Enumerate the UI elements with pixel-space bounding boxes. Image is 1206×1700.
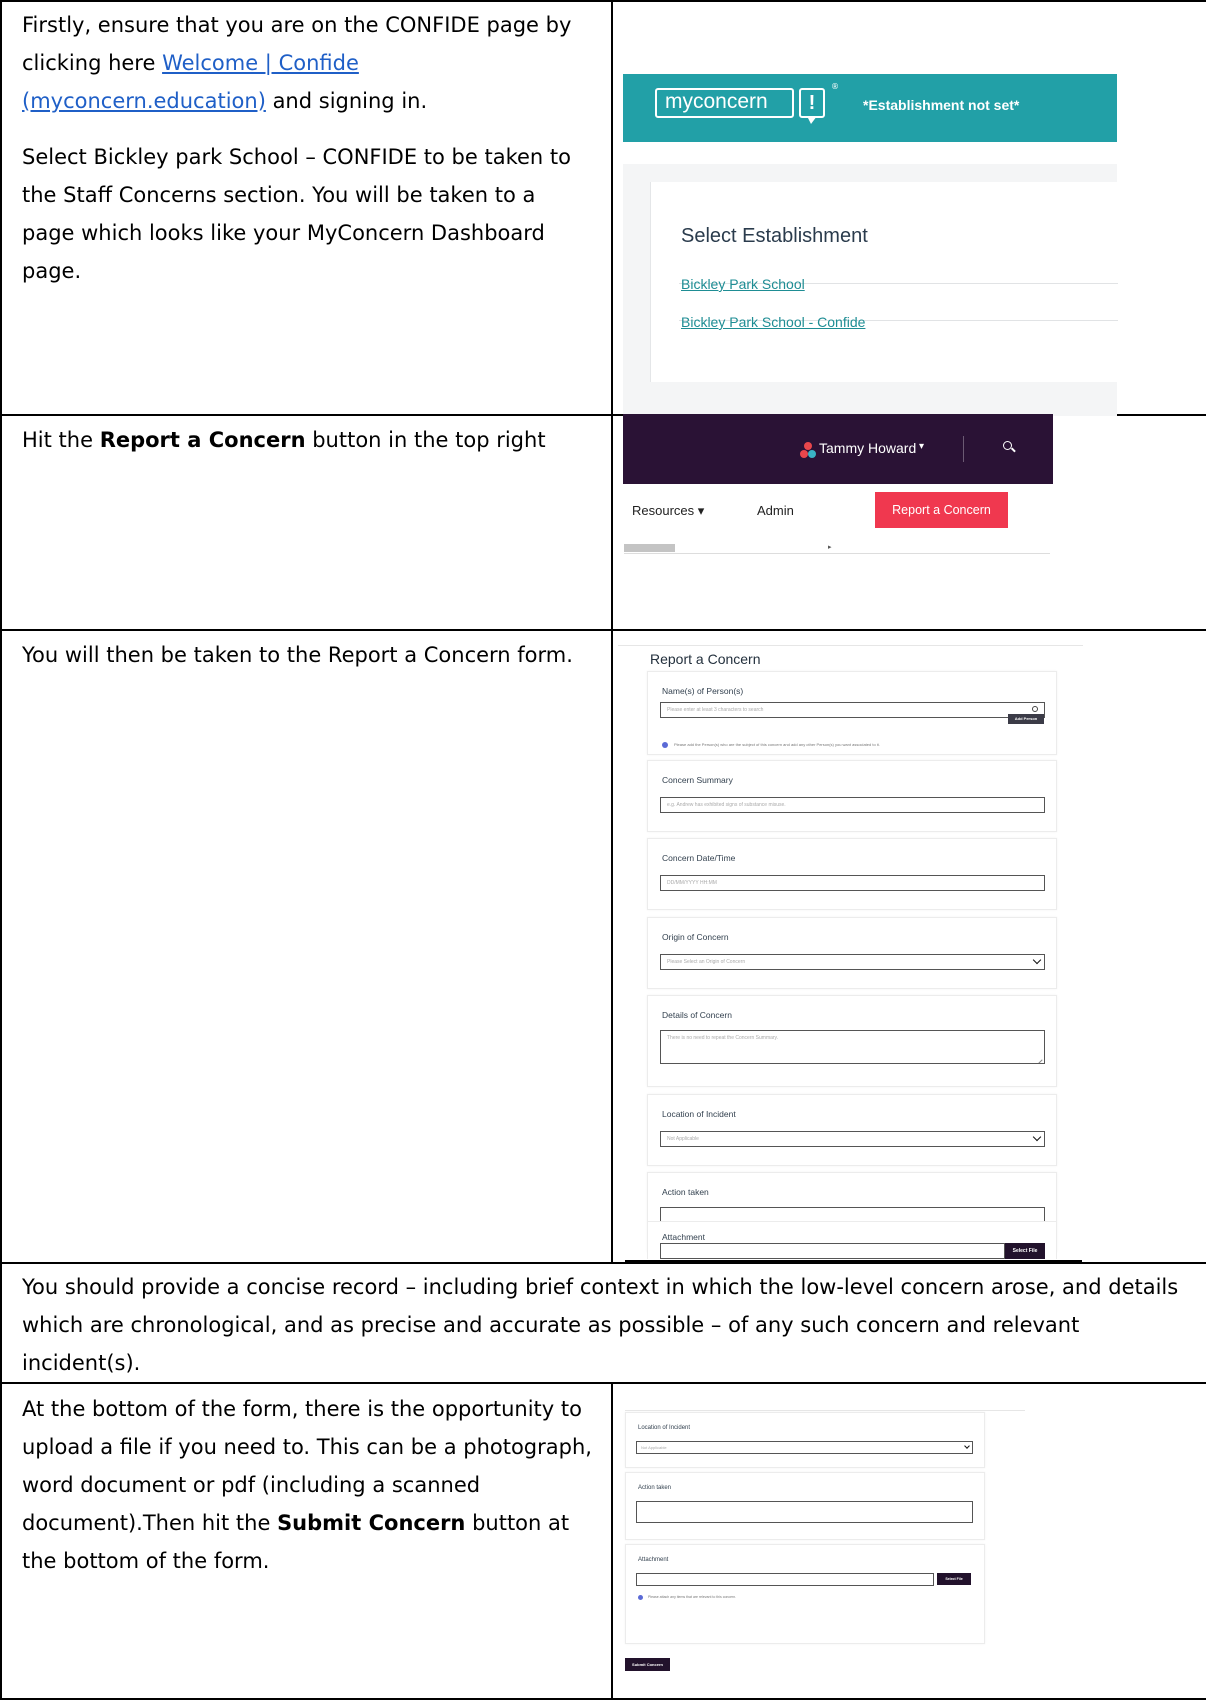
attachment-input[interactable] <box>636 1573 934 1586</box>
column-divider-lower <box>611 1382 613 1700</box>
action-card-small: Action taken <box>625 1472 985 1540</box>
row5-bold-term: Submit Concern <box>277 1511 466 1535</box>
myconcern-logo-bang-icon: ! <box>799 88 825 118</box>
top-user-bar: Tammy Howard ▾ <box>623 414 1053 484</box>
table-border-left <box>0 0 2 1700</box>
attachment-input[interactable] <box>660 1243 1005 1259</box>
attachment-label: Attachment <box>638 1557 669 1563</box>
report-a-concern-button[interactable]: Report a Concern <box>875 492 1008 528</box>
location-select[interactable]: Not Applicable <box>660 1131 1045 1147</box>
row1-instructions: Firstly, ensure that you are on the CONF… <box>22 6 592 290</box>
row2-bold-term: Report a Concern <box>99 428 306 452</box>
location-select[interactable]: Not Applicable <box>636 1441 973 1454</box>
row3-instructions: You will then be taken to the Report a C… <box>22 643 573 667</box>
info-icon <box>638 1595 643 1600</box>
divider <box>625 1410 1025 1411</box>
names-placeholder: Please enter at least 3 characters to se… <box>667 707 764 713</box>
select-file-button[interactable]: Select File <box>1005 1243 1045 1259</box>
search-icon[interactable] <box>1003 441 1016 453</box>
names-card: Name(s) of Person(s) Please enter at lea… <box>647 671 1057 755</box>
chevron-down-icon <box>1032 955 1042 965</box>
attachment-label: Attachment <box>662 1232 705 1242</box>
row-divider-4 <box>0 1382 1206 1384</box>
summary-input[interactable]: e.g. Andrew has exhibited signs of subst… <box>660 797 1045 813</box>
chevron-down-icon <box>1032 1132 1042 1142</box>
search-icon <box>1032 706 1038 712</box>
nav-item-resources[interactable]: Resources ▾ <box>632 503 704 519</box>
establishment-card: Select Establishment Bickley Park School… <box>650 182 1118 382</box>
registered-mark: ® <box>831 82 839 91</box>
scroll-right-arrow-icon[interactable]: ▸ <box>828 543 832 551</box>
divider <box>624 553 1050 554</box>
attachment-hint: Please attach any items that are relevan… <box>648 1595 737 1599</box>
location-card: Location of Incident Not Applicable <box>647 1094 1057 1166</box>
location-selected-value: Not Applicable <box>641 1445 667 1450</box>
origin-select[interactable]: Please Select an Origin of Concern <box>660 954 1045 970</box>
speech-tail-icon <box>807 116 817 124</box>
user-menu-name[interactable]: Tammy Howard <box>819 440 916 456</box>
user-avatar-icon <box>800 442 816 458</box>
row-divider-2 <box>0 629 1206 631</box>
details-textarea[interactable]: There is no need to repeat the Concern S… <box>660 1030 1045 1064</box>
attachment-card: Attachment Select File <box>647 1221 1057 1259</box>
attachment-card-small: Attachment Select File Please attach any… <box>625 1544 985 1644</box>
action-label: Action taken <box>638 1485 672 1491</box>
action-textarea[interactable] <box>636 1501 973 1523</box>
datetime-input[interactable]: DD/MM/YYYY HH:MM <box>660 875 1045 891</box>
location-label: Location of Incident <box>662 1109 736 1119</box>
form-bottom-screenshot: Location of Incident Not Applicable Acti… <box>625 1412 1025 1682</box>
myconcern-logo: myconcern <box>655 88 794 118</box>
row-divider-3 <box>0 1262 1206 1264</box>
datetime-label: Concern Date/Time <box>662 853 736 863</box>
row4-instructions: You should provide a concise record – in… <box>22 1275 1179 1375</box>
row1-text-post: and signing in. <box>265 89 428 113</box>
submit-concern-button[interactable]: Submit Concern <box>625 1658 670 1671</box>
instruction-table: Firstly, ensure that you are on the CONF… <box>0 0 1206 1700</box>
row2-text-pre: Hit the <box>22 428 100 452</box>
column-divider-upper <box>611 0 613 1264</box>
select-establishment-panel: Select Establishment Bickley Park School… <box>623 164 1118 416</box>
divider <box>618 645 1083 646</box>
divider <box>625 1260 1082 1262</box>
table-border-top <box>0 0 1206 2</box>
info-icon <box>662 742 668 748</box>
origin-card: Origin of Concern Please Select an Origi… <box>647 917 1057 989</box>
row2-text-post: button in the top right <box>305 428 546 452</box>
summary-label: Concern Summary <box>662 775 733 785</box>
chevron-down-icon <box>964 1443 970 1449</box>
origin-label: Origin of Concern <box>662 932 729 942</box>
location-card-small: Location of Incident Not Applicable <box>625 1412 985 1468</box>
names-hint: Please add the Person(s) who are the sub… <box>674 742 880 747</box>
details-placeholder: There is no need to repeat the Concern S… <box>667 1035 779 1041</box>
nav-item-admin[interactable]: Admin <box>757 503 794 518</box>
datetime-card: Concern Date/Time DD/MM/YYYY HH:MM <box>647 838 1057 910</box>
names-search-input[interactable]: Please enter at least 3 characters to se… <box>660 702 1045 718</box>
summary-card: Concern Summary e.g. Andrew has exhibite… <box>647 760 1057 832</box>
chevron-down-icon[interactable]: ▾ <box>919 441 924 452</box>
resize-handle-icon[interactable] <box>1038 1059 1043 1063</box>
action-label: Action taken <box>662 1187 709 1197</box>
report-form-heading: Report a Concern <box>650 651 761 667</box>
origin-selected-value: Please Select an Origin of Concern <box>667 959 746 965</box>
details-card: Details of Concern There is no need to r… <box>647 995 1057 1087</box>
establishment-link-bickley-park-confide[interactable]: Bickley Park School - Confide <box>681 314 865 330</box>
myconcern-header-bar: myconcern ! ® *Establishment not set* <box>623 74 1117 142</box>
details-label: Details of Concern <box>662 1010 732 1020</box>
location-selected-value: Not Applicable <box>667 1136 699 1142</box>
divider <box>963 436 964 462</box>
establishment-link-bickley-park[interactable]: Bickley Park School <box>681 276 805 292</box>
horizontal-scrollbar-thumb[interactable] <box>624 544 675 552</box>
row2-instructions: Hit the Report a Concern button in the t… <box>22 421 592 459</box>
select-establishment-title: Select Establishment <box>681 225 868 247</box>
row5-instructions: At the bottom of the form, there is the … <box>22 1390 592 1580</box>
add-person-button[interactable]: Add Person <box>1008 714 1044 724</box>
select-file-button[interactable]: Select File <box>937 1573 971 1585</box>
establishment-banner-text: *Establishment not set* <box>863 97 1020 113</box>
location-label: Location of Incident <box>638 1425 691 1431</box>
names-label: Name(s) of Person(s) <box>662 686 744 696</box>
row1-paragraph-2: Select Bickley park School – CONFIDE to … <box>22 145 571 283</box>
